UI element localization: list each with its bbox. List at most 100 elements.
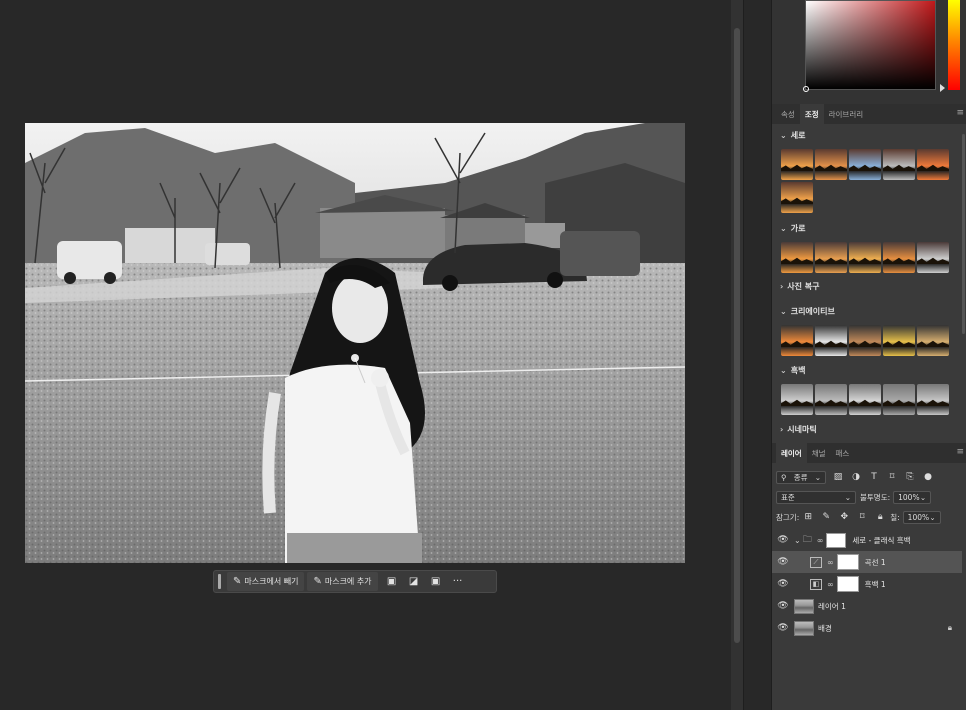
blend-mode-value: 표준 — [781, 492, 795, 502]
preset-thumbnail[interactable] — [849, 384, 881, 415]
preset-thumbnail[interactable] — [815, 384, 847, 415]
chevron-down-icon: ⌄ — [780, 366, 787, 375]
lock-label: 잠그기: — [776, 512, 800, 522]
panel-menu-icon[interactable]: ≡ — [956, 108, 964, 118]
layer-row-black-white[interactable]: 👁︎ ◧ ∞ 흑백 1 — [772, 573, 962, 595]
preset-thumbnail[interactable] — [781, 182, 813, 213]
preset-thumbnail[interactable] — [815, 149, 847, 180]
preset-thumbnail[interactable] — [781, 384, 813, 415]
contextual-task-bar: ✎ 마스크에서 빼기 ✎ 마스크에 추가 ▣ ◪ ▣ ··· — [213, 570, 497, 593]
layer-row-layer-1[interactable]: 👁︎ 레이어 1 — [772, 595, 962, 617]
visibility-eye-icon[interactable]: 👁︎ — [772, 535, 794, 545]
preset-thumbnail[interactable] — [883, 325, 915, 356]
preset-thumbnail[interactable] — [815, 242, 847, 273]
canvas-vertical-scrollbar[interactable] — [731, 0, 743, 710]
preset-thumbnail[interactable] — [781, 242, 813, 273]
search-icon: ⚲ — [781, 472, 787, 482]
chevron-down-icon[interactable]: ⌄ — [794, 536, 801, 545]
chevron-right-icon: › — [780, 425, 784, 434]
preset-thumbnail[interactable] — [917, 384, 949, 415]
layer-thumbnail[interactable] — [794, 620, 814, 636]
opacity-input[interactable]: 100% ⌄ — [893, 490, 932, 504]
preset-thumbnail[interactable] — [815, 325, 847, 356]
right-panels: 속성 조정 라이브러리 ≡ ⌄ 세로 ⌄ 가로 › 사진 복구 ⌄ 크리에이티브… — [772, 0, 966, 710]
section-creative[interactable]: ⌄ 크리에이티브 — [780, 306, 835, 317]
drag-handle[interactable] — [218, 574, 221, 589]
hue-slider-arrow-icon[interactable] — [940, 84, 945, 92]
subtract-from-mask-label: 마스크에서 빼기 — [244, 577, 299, 586]
layer-row-background[interactable]: 👁︎ 배경 🔒︎ — [772, 617, 962, 639]
mask-settings-icon[interactable]: ▣ — [425, 572, 447, 591]
preset-thumbnail[interactable] — [883, 384, 915, 415]
presets-scrollbar[interactable] — [962, 134, 965, 334]
scrollbar-thumb[interactable] — [734, 28, 740, 643]
pixel-filter-icon[interactable]: ▨ — [832, 472, 844, 482]
preset-thumbnail[interactable] — [883, 149, 915, 180]
preset-thumbnail[interactable] — [883, 242, 915, 273]
tab-libraries[interactable]: 라이브러리 — [824, 104, 869, 124]
visibility-eye-icon[interactable]: 👁︎ — [772, 601, 794, 611]
adjustment-filter-icon[interactable]: ◑ — [850, 472, 862, 482]
preset-thumbnail[interactable] — [781, 149, 813, 180]
layer-kind-filter[interactable]: ⚲ 종류 ⌄ — [776, 470, 826, 484]
hue-slider[interactable] — [948, 0, 960, 90]
color-saturation-field[interactable] — [803, 0, 936, 92]
lock-position-icon[interactable]: ✥ — [838, 512, 850, 522]
section-black-white[interactable]: ⌄ 흑백 — [780, 365, 805, 376]
layers-menu-icon[interactable]: ≡ — [956, 447, 964, 457]
lock-image-icon[interactable]: ✎ — [820, 512, 832, 522]
group-mask-thumbnail[interactable] — [826, 532, 847, 548]
color-picker-marker[interactable] — [803, 86, 809, 92]
layer-row-curves[interactable]: 👁︎ ⟋ ∞ 곡선 1 — [772, 551, 962, 573]
photo-image[interactable] — [25, 123, 685, 563]
tab-adjustments[interactable]: 조정 — [799, 104, 824, 124]
tab-properties[interactable]: 속성 — [776, 104, 800, 124]
chevron-down-icon: ⌄ — [814, 472, 821, 482]
preset-thumbnail[interactable] — [917, 242, 949, 273]
section-portrait[interactable]: ⌄ 세로 — [780, 130, 805, 141]
section-landscape[interactable]: ⌄ 가로 — [780, 223, 805, 234]
preset-thumbnail[interactable] — [849, 325, 881, 356]
preset-thumbnail[interactable] — [781, 325, 813, 356]
section-cinematic[interactable]: › 시네마틱 — [780, 424, 817, 435]
subtract-from-mask-button[interactable]: ✎ 마스크에서 빼기 — [227, 572, 305, 591]
chevron-down-icon: ⌄ — [780, 224, 787, 233]
section-photo-restore[interactable]: › 사진 복구 — [780, 281, 820, 292]
preset-thumbnail[interactable] — [917, 325, 949, 356]
adjustments-tab-bar: 속성 조정 라이브러리 ≡ — [772, 104, 966, 124]
tab-channels[interactable]: 채널 — [807, 443, 831, 463]
black-white-mask-thumbnail[interactable] — [836, 576, 859, 592]
preset-thumbnail[interactable] — [917, 149, 949, 180]
preset-thumbnail[interactable] — [849, 242, 881, 273]
lock-all-icon[interactable]: 🔒︎ — [874, 512, 886, 522]
layer-row-group[interactable]: 👁︎ ⌄ 🗀 ∞ 세로 - 클래식 흑백 — [772, 529, 962, 551]
visibility-eye-icon[interactable]: 👁︎ — [772, 557, 794, 567]
visibility-eye-icon[interactable]: 👁︎ — [772, 579, 794, 589]
layers-tab-bar: 레이어 채널 패스 ≡ — [772, 443, 966, 463]
invert-mask-icon[interactable]: ◪ — [403, 572, 425, 591]
section-portrait-label: 세로 — [790, 131, 806, 140]
lock-artboard-icon[interactable]: ⌑ — [856, 512, 868, 522]
lock-icon[interactable]: 🔒︎ — [948, 623, 952, 633]
section-black-white-label: 흑백 — [790, 366, 806, 375]
filter-toggle-icon[interactable]: ● — [922, 472, 934, 482]
smart-object-filter-icon[interactable]: ⎘ — [904, 472, 916, 482]
lock-transparent-icon[interactable]: ⊞ — [802, 512, 814, 522]
add-to-mask-button[interactable]: ✎ 마스크에 추가 — [307, 572, 378, 591]
visibility-eye-icon[interactable]: 👁︎ — [772, 623, 794, 633]
fill-input[interactable]: 100% ⌄ — [902, 510, 941, 524]
preset-thumbnail[interactable] — [849, 149, 881, 180]
document-canvas[interactable]: ✎ 마스크에서 빼기 ✎ 마스크에 추가 ▣ ◪ ▣ ··· — [0, 0, 731, 710]
type-filter-icon[interactable]: T — [868, 472, 880, 482]
layer-name: 배경 — [818, 623, 832, 633]
shape-filter-icon[interactable]: ⌑ — [886, 472, 898, 482]
section-landscape-label: 가로 — [790, 224, 806, 233]
blend-mode-select[interactable]: 표준 ⌄ — [776, 490, 856, 504]
more-options-icon[interactable]: ··· — [447, 572, 469, 591]
curves-mask-thumbnail[interactable] — [836, 554, 859, 570]
layer-name: 레이어 1 — [818, 601, 846, 611]
layer-thumbnail[interactable] — [794, 598, 814, 614]
mask-options-icon[interactable]: ▣ — [381, 572, 403, 591]
tab-layers[interactable]: 레이어 — [776, 443, 807, 463]
tab-paths[interactable]: 패스 — [831, 443, 855, 463]
